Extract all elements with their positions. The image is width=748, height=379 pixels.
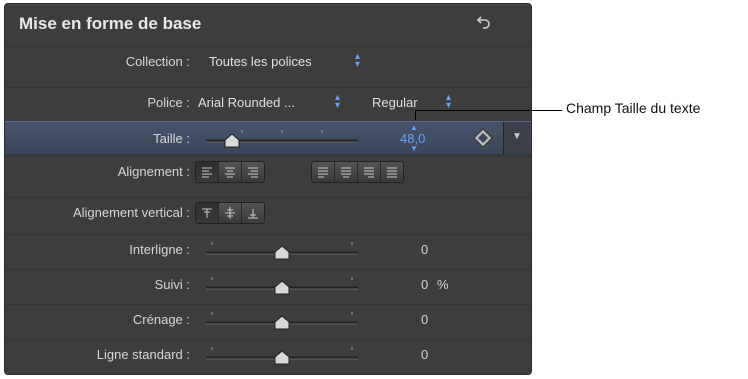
- align-right-button[interactable]: [242, 162, 264, 182]
- vertical-alignment-label: Alignement vertical :: [72, 205, 190, 220]
- baseline-slider[interactable]: [202, 347, 362, 365]
- chevron-down-icon: ▼: [512, 131, 522, 142]
- collection-row: Collection : Toutes les polices ▴ ▾: [5, 46, 531, 77]
- font-style-stepper-icon[interactable]: ▴ ▾: [446, 93, 451, 111]
- callout-text: Champ Taille du texte: [566, 100, 701, 116]
- justify-center-icon: [341, 167, 351, 178]
- alignment-group-basic: [195, 161, 265, 183]
- size-row: Taille : 48,0 ▲ ▼ ▼: [5, 121, 531, 155]
- size-increment-icon[interactable]: ▲: [410, 123, 418, 132]
- justify-right-icon: [364, 167, 374, 178]
- baseline-label: Ligne standard :: [96, 347, 190, 362]
- justify-left-button[interactable]: [312, 162, 335, 182]
- basic-formatting-panel: Mise en forme de base Collection : Toute…: [4, 3, 532, 375]
- align-left-icon: [202, 167, 212, 178]
- animation-menu-button[interactable]: ▼: [503, 122, 530, 154]
- collection-stepper-icon[interactable]: ▴ ▾: [355, 52, 360, 70]
- size-slider[interactable]: [202, 130, 362, 148]
- justify-center-button[interactable]: [335, 162, 358, 182]
- tracking-value[interactable]: 0: [421, 277, 428, 292]
- reset-arrow-icon[interactable]: [475, 13, 493, 31]
- line-spacing-label: Interligne :: [129, 242, 190, 257]
- callout-leader-tick: [415, 110, 416, 120]
- vertical-alignment-row: Alignement vertical :: [5, 197, 531, 228]
- font-style-select[interactable]: Regular: [372, 95, 418, 110]
- font-label: Police :: [147, 95, 190, 110]
- panel-title: Mise en forme de base: [19, 14, 202, 33]
- align-middle-button[interactable]: [219, 203, 242, 223]
- kerning-slider-thumb: [274, 315, 290, 330]
- line-spacing-value[interactable]: 0: [421, 242, 428, 257]
- collection-label: Collection :: [125, 54, 190, 69]
- align-left-button[interactable]: [196, 162, 219, 182]
- align-center-button[interactable]: [219, 162, 242, 182]
- tracking-unit: %: [437, 277, 449, 292]
- line-spacing-slider[interactable]: [202, 242, 362, 260]
- font-family-stepper-icon[interactable]: ▴ ▾: [335, 93, 340, 111]
- size-label: Taille :: [153, 131, 190, 146]
- font-family-select[interactable]: Arial Rounded ...: [198, 95, 295, 110]
- keyframe-diamond-icon[interactable]: [473, 128, 493, 148]
- kerning-slider[interactable]: [202, 312, 362, 330]
- baseline-slider-thumb: [274, 350, 290, 365]
- alignment-label: Alignement :: [117, 164, 190, 179]
- baseline-row: Ligne standard : 0: [5, 339, 531, 370]
- justify-full-icon: [387, 167, 397, 178]
- justify-right-button[interactable]: [358, 162, 381, 182]
- vertical-alignment-group: [195, 202, 265, 224]
- alignment-row: Alignement :: [5, 156, 531, 187]
- tracking-label: Suivi :: [154, 277, 190, 292]
- kerning-label: Crénage :: [132, 312, 190, 327]
- justify-full-button[interactable]: [381, 162, 403, 182]
- justify-left-icon: [318, 167, 328, 178]
- callout-leader-line: [415, 110, 562, 111]
- align-top-button[interactable]: [196, 203, 219, 223]
- kerning-row: Crénage : 0: [5, 304, 531, 335]
- tracking-row: Suivi : 0 %: [5, 269, 531, 300]
- kerning-value[interactable]: 0: [421, 312, 428, 327]
- align-bottom-icon: [248, 209, 258, 219]
- line-spacing-row: Interligne : 0: [5, 234, 531, 265]
- size-slider-thumb: [224, 133, 240, 148]
- align-center-icon: [225, 167, 235, 178]
- baseline-value[interactable]: 0: [421, 347, 428, 362]
- align-bottom-button[interactable]: [242, 203, 264, 223]
- panel-header: Mise en forme de base: [5, 4, 531, 42]
- align-middle-icon: [225, 207, 235, 219]
- tracking-slider-thumb: [274, 280, 290, 295]
- collection-select[interactable]: Toutes les polices: [209, 54, 312, 69]
- tracking-slider[interactable]: [202, 277, 362, 295]
- align-right-icon: [248, 167, 258, 178]
- line-spacing-slider-thumb: [274, 245, 290, 260]
- font-row: Police : Arial Rounded ... ▴ ▾ Regular ▴ ▾: [5, 87, 531, 118]
- alignment-group-justify: [311, 161, 404, 183]
- align-top-icon: [202, 208, 212, 218]
- size-decrement-icon[interactable]: ▼: [410, 144, 418, 153]
